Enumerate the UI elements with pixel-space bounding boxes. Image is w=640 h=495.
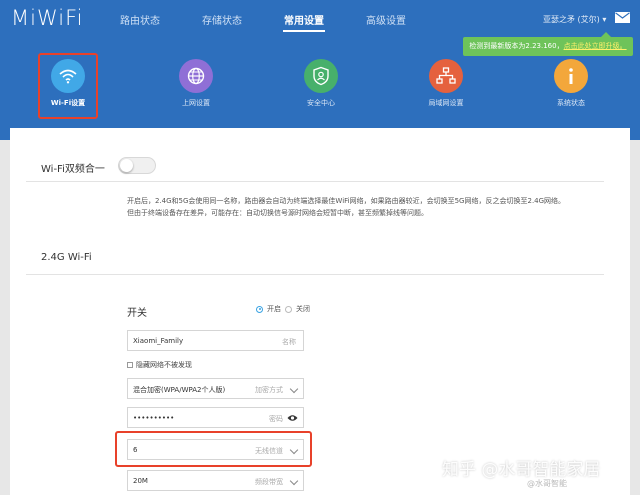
wifi-tab-highlight-box [38,53,98,119]
divider [26,181,604,182]
chevron-down-icon [289,384,299,394]
radio-on-label: 开启 [267,305,281,313]
nav-active-underline [283,30,325,32]
hide-network-checkbox[interactable] [127,362,133,368]
globe-icon [179,59,213,93]
dual-band-toggle[interactable] [118,157,156,174]
zhihu-watermark: 知乎 @水哥智能家居 [442,460,601,480]
ssid-hint: 名称 [282,338,296,346]
nav-router-status[interactable]: 路由状态 [120,12,202,27]
nav-storage-status[interactable]: 存储状态 [202,12,284,27]
radio-off-label: 关闭 [296,305,310,313]
bandwidth-hint: 频段带宽 [255,478,283,486]
wifi-switch-label: 开关 [127,308,147,319]
upgrade-link[interactable]: 点击此处立即升级。 [564,42,627,50]
eye-icon[interactable] [287,414,298,422]
hide-network-row: 隐藏网络不被发现 [127,360,192,370]
update-text: 检测到最新版本为2.23.160， [469,42,564,50]
hide-network-label: 隐藏网络不被发现 [136,361,192,369]
tab-label: 安全中心 [307,99,335,107]
tab-label: 上网设置 [182,99,210,107]
nav-advanced-settings[interactable]: 高级设置 [366,12,448,27]
active-tab-caret [60,128,78,137]
radio-off[interactable] [285,305,292,313]
password-value: •••••••••• [133,414,175,422]
channel-highlight-box [115,431,312,467]
chevron-down-icon [289,476,299,486]
divider [26,274,604,275]
settings-card [10,128,630,495]
mail-icon[interactable] [615,12,630,23]
network-icon [429,59,463,93]
toggle-knob [120,159,133,172]
info-icon [554,59,588,93]
shield-icon [304,59,338,93]
miwifi-logo: MiWiFi [11,6,84,30]
nav-common-settings[interactable]: 常用设置 [284,12,366,27]
password-field[interactable]: •••••••••• 密码 [127,407,304,428]
description-line: 但由于终端设备存在差异，可能存在：自动切换信号源时网络会短暂中断，甚至频繁掉线等… [127,209,428,217]
tab-system-status[interactable]: 系统状态 [531,55,611,108]
watermark-sub: @水哥智能 [527,479,567,488]
tab-label: 系统状态 [557,99,585,107]
tab-label: 局域网设置 [428,99,464,107]
ssid-field[interactable]: Xiaomi_Family 名称 [127,330,304,351]
bandwidth-value: 20M [133,477,148,485]
ssid-value: Xiaomi_Family [133,337,184,345]
update-banner: 检测到最新版本为2.23.160，点击此处立即升级。 [463,32,633,56]
top-header: MiWiFi 路由状态 存储状态 常用设置 高级设置 亚瑟之矛 (艾尔) ▾ 检… [0,0,640,140]
tab-internet-settings[interactable]: 上网设置 [156,55,236,108]
main-nav: 路由状态 存储状态 常用设置 高级设置 [120,12,448,27]
tab-security-center[interactable]: 安全中心 [281,55,361,108]
bandwidth-select[interactable]: 20M 频段带宽 [127,470,304,491]
encryption-hint: 加密方式 [255,386,283,394]
tab-lan-settings[interactable]: 局域网设置 [406,55,486,108]
description-line: 开启后，2.4G和5G会使用同一名称，路由器会自动为终端选择最佳WiFi网络，如… [127,197,566,205]
dual-band-description: 开启后，2.4G和5G会使用同一名称，路由器会自动为终端选择最佳WiFi网络，如… [127,195,607,219]
encryption-value: 混合加密(WPA/WPA2个人版) [133,386,226,394]
wifi-switch-radio-group: 开启 关闭 [256,304,310,314]
section-title-24g: 2.4G Wi-Fi [41,252,92,263]
password-hint: 密码 [269,415,283,423]
user-menu[interactable]: 亚瑟之矛 (艾尔) ▾ [543,14,606,25]
radio-on[interactable] [256,305,263,313]
encryption-select[interactable]: 混合加密(WPA/WPA2个人版) 加密方式 [127,378,304,399]
dual-band-label: Wi-Fi双频合一 [41,164,105,175]
